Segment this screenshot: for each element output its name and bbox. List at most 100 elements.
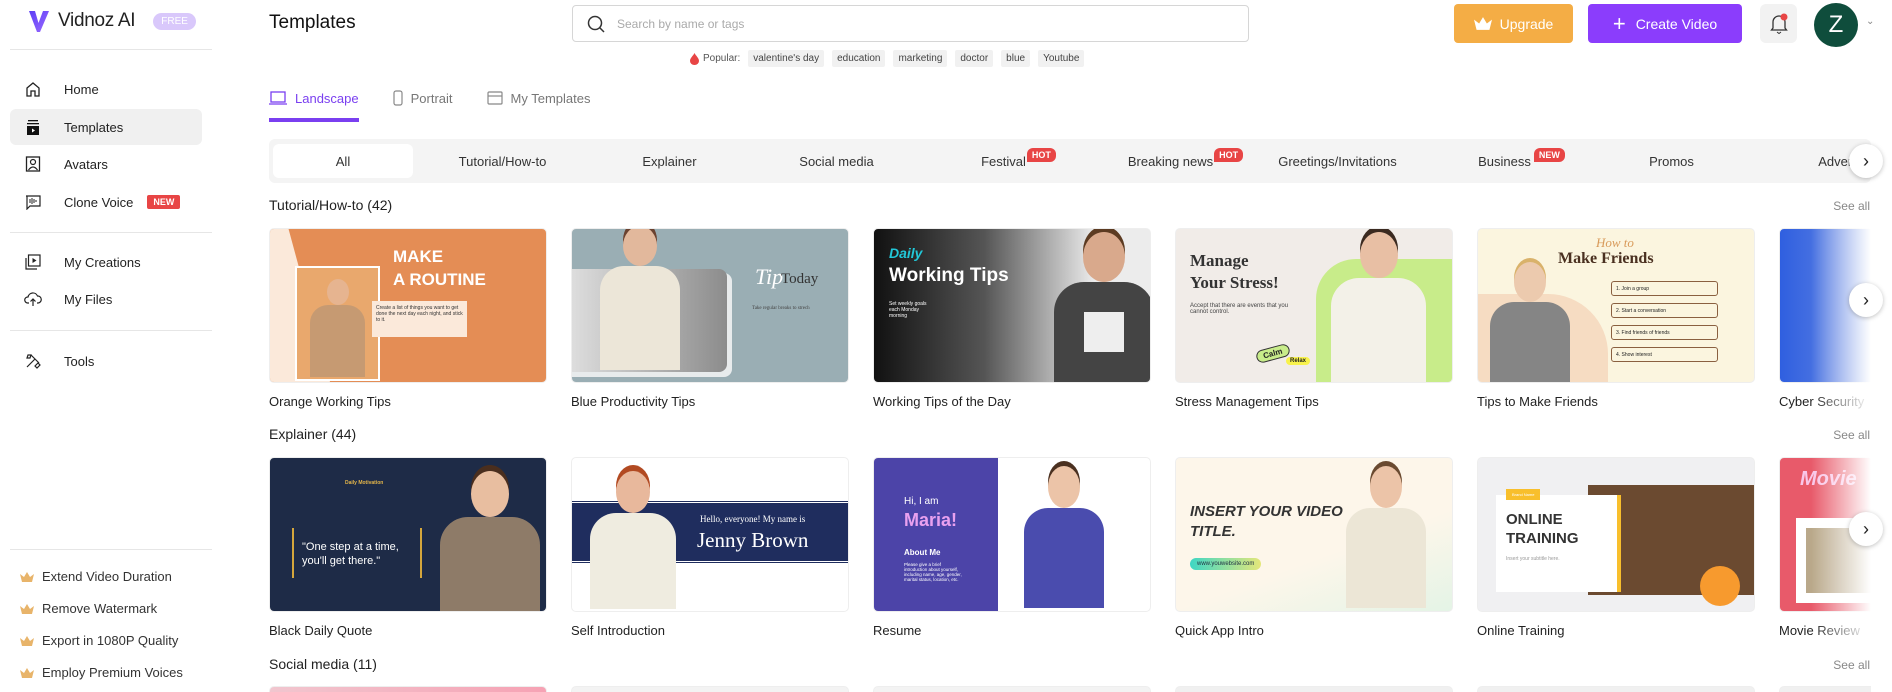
perk-premium-voices[interactable]: Employ Premium Voices bbox=[20, 665, 183, 680]
notifications-button[interactable] bbox=[1760, 4, 1797, 43]
category-festival[interactable]: Festival HOT bbox=[920, 139, 1087, 183]
crown-icon bbox=[20, 603, 34, 614]
template-card[interactable]: Tip Today Take regular breaks to strech … bbox=[571, 228, 849, 409]
divider bbox=[10, 232, 212, 233]
template-thumbnail[interactable] bbox=[1175, 686, 1453, 692]
new-badge: NEW bbox=[147, 195, 181, 209]
user-avatar[interactable]: Z bbox=[1814, 3, 1858, 47]
template-card[interactable]: Daily Working Tips Set weekly goals each… bbox=[873, 228, 1151, 409]
tab-landscape[interactable]: Landscape bbox=[269, 86, 359, 122]
sidebar-item-my-creations[interactable]: My Creations bbox=[10, 244, 202, 280]
template-card[interactable]: Brand Name ONLINE TRAINING Insert your s… bbox=[1477, 457, 1755, 638]
plan-badge: FREE bbox=[153, 12, 196, 30]
thumb-text: Insert your subtitle here. bbox=[1506, 556, 1560, 562]
category-label: Festival bbox=[981, 153, 1026, 169]
chevron-right-icon: › bbox=[1863, 150, 1869, 171]
category-label: Promos bbox=[1649, 153, 1694, 169]
tab-label: My Templates bbox=[510, 90, 591, 106]
fire-icon bbox=[690, 52, 699, 65]
template-card[interactable]: Hello, everyone! My name is Jenny Brown … bbox=[571, 457, 849, 638]
tab-portrait[interactable]: Portrait bbox=[393, 86, 453, 110]
perk-extend-duration[interactable]: Extend Video Duration bbox=[20, 569, 172, 584]
sidebar-item-clone-voice[interactable]: Clone Voice NEW bbox=[10, 184, 202, 220]
category-breaking-news[interactable]: Breaking news HOT bbox=[1087, 139, 1254, 183]
chevron-down-icon[interactable]: ⌄ bbox=[1866, 16, 1874, 27]
sidebar-item-home[interactable]: Home bbox=[10, 71, 202, 107]
category-explainer[interactable]: Explainer bbox=[586, 139, 753, 183]
category-bar: All Tutorial/How-to Explainer Social med… bbox=[269, 139, 1871, 183]
template-name: Tips to Make Friends bbox=[1477, 394, 1598, 409]
template-card[interactable]: INSERT YOUR VIDEO TITLE. www.youwebsite.… bbox=[1175, 457, 1453, 638]
category-social-media[interactable]: Social media bbox=[753, 139, 920, 183]
chevron-right-icon: › bbox=[1863, 518, 1869, 539]
template-thumbnail[interactable] bbox=[1779, 686, 1871, 692]
popular-tag[interactable]: valentine's day bbox=[748, 50, 825, 67]
row-scroll-right-button[interactable]: › bbox=[1849, 512, 1883, 546]
logo[interactable]: Vidnoz AI FREE bbox=[28, 8, 196, 34]
template-thumbnail[interactable] bbox=[1477, 686, 1755, 692]
template-thumbnail[interactable] bbox=[873, 686, 1151, 692]
template-name: Blue Productivity Tips bbox=[571, 394, 696, 409]
template-name: Quick App Intro bbox=[1175, 623, 1264, 638]
popular-tag[interactable]: education bbox=[832, 50, 886, 67]
category-tutorial[interactable]: Tutorial/How-to bbox=[419, 139, 586, 183]
category-business[interactable]: Business NEW bbox=[1421, 139, 1588, 183]
sidebar-item-label: My Files bbox=[64, 291, 113, 307]
row-scroll-right-button[interactable]: › bbox=[1849, 283, 1883, 317]
category-promos[interactable]: Promos bbox=[1588, 139, 1755, 183]
thumb-text: 1. Join a group bbox=[1611, 281, 1718, 296]
category-label: All bbox=[335, 153, 351, 169]
template-thumbnail[interactable] bbox=[571, 686, 849, 692]
thumb-text: Tip bbox=[755, 264, 784, 289]
perk-export-1080p[interactable]: Export in 1080P Quality bbox=[20, 633, 178, 648]
category-greetings[interactable]: Greetings/Invitations bbox=[1254, 139, 1421, 183]
template-thumbnail: Manage Your Stress! Accept that there ar… bbox=[1175, 228, 1453, 383]
see-all-link[interactable]: See all bbox=[1833, 199, 1870, 213]
popular-tag[interactable]: blue bbox=[1001, 50, 1031, 67]
category-label: Greetings/Invitations bbox=[1278, 153, 1397, 169]
thumb-text: How to bbox=[1596, 235, 1634, 250]
thumb-text: Daily Motivation bbox=[345, 480, 384, 486]
templates-icon bbox=[24, 118, 42, 136]
search-input[interactable] bbox=[617, 16, 1217, 31]
template-thumbnail: Brand Name ONLINE TRAINING Insert your s… bbox=[1477, 457, 1755, 612]
category-all[interactable]: All bbox=[273, 144, 413, 178]
search-bar[interactable] bbox=[572, 5, 1249, 42]
sidebar-item-label: Avatars bbox=[64, 156, 108, 172]
template-card[interactable]: Manage Your Stress! Accept that there ar… bbox=[1175, 228, 1453, 409]
template-row-tutorial: MAKE A ROUTINE Create a list of things y… bbox=[269, 228, 1871, 428]
plus-icon: + bbox=[1612, 10, 1626, 36]
crown-icon bbox=[1473, 17, 1492, 30]
popular-tag[interactable]: marketing bbox=[893, 50, 948, 67]
page-title: Templates bbox=[269, 12, 356, 33]
sidebar-item-label: Clone Voice bbox=[64, 194, 134, 210]
create-video-button[interactable]: + Create Video bbox=[1588, 4, 1742, 43]
template-card[interactable]: Hi, I am Maria! About Me Please give a b… bbox=[873, 457, 1151, 638]
template-icon bbox=[486, 91, 503, 105]
sidebar-item-label: Home bbox=[64, 81, 99, 97]
thumb-text: Manage bbox=[1190, 251, 1249, 270]
category-label: Explainer bbox=[642, 153, 697, 169]
see-all-link[interactable]: See all bbox=[1833, 428, 1870, 442]
template-thumbnail[interactable] bbox=[269, 686, 547, 692]
popular-tag[interactable]: Youtube bbox=[1038, 50, 1085, 67]
category-scroll-right-button[interactable]: › bbox=[1849, 144, 1883, 178]
divider bbox=[10, 49, 212, 50]
tab-my-templates[interactable]: My Templates bbox=[486, 86, 591, 110]
thumb-text: Accept that there are events that you ca… bbox=[1190, 303, 1289, 315]
sidebar-item-tools[interactable]: Tools bbox=[10, 343, 202, 379]
sidebar-item-templates[interactable]: Templates bbox=[10, 109, 202, 145]
sidebar-item-my-files[interactable]: My Files bbox=[10, 281, 202, 317]
see-all-link[interactable]: See all bbox=[1833, 658, 1870, 672]
template-card[interactable]: Daily Motivation "One step at a time, yo… bbox=[269, 457, 547, 638]
popular-tag[interactable]: doctor bbox=[955, 50, 994, 67]
sidebar-item-avatars[interactable]: Avatars bbox=[10, 146, 202, 182]
upgrade-button[interactable]: Upgrade bbox=[1454, 4, 1573, 43]
template-thumbnail: Tip Today Take regular breaks to strech bbox=[571, 228, 849, 383]
perk-remove-watermark[interactable]: Remove Watermark bbox=[20, 601, 157, 616]
template-card[interactable]: MAKE A ROUTINE Create a list of things y… bbox=[269, 228, 547, 409]
section-title: Tutorial/How-to (42) bbox=[269, 197, 393, 213]
sidebar-item-label: Tools bbox=[64, 353, 95, 369]
template-card[interactable]: How to Make Friends 1. Join a group 2. S… bbox=[1477, 228, 1755, 409]
chevron-right-icon: › bbox=[1863, 289, 1869, 310]
